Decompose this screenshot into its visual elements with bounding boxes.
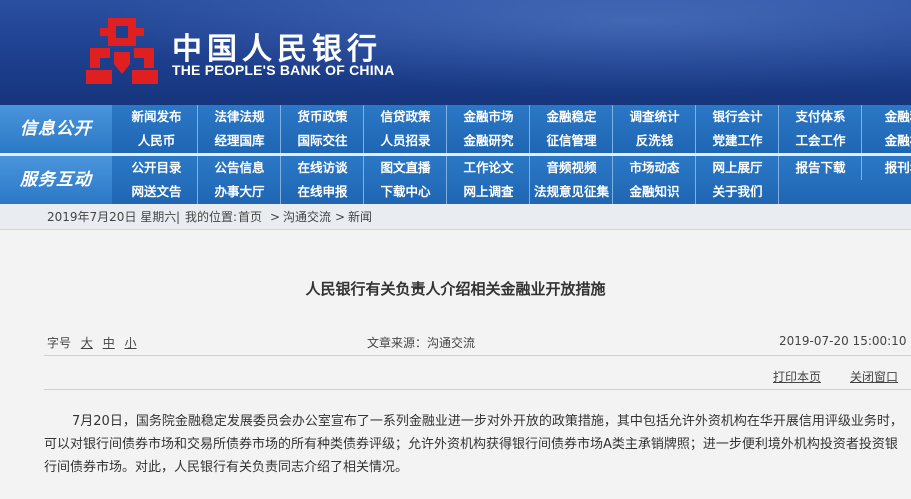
- font-size-small[interactable]: 小: [125, 336, 137, 350]
- nav-item-row4-1[interactable]: 办事大厅: [199, 180, 281, 204]
- font-size-medium[interactable]: 中: [103, 336, 115, 350]
- nav-item-row3-5[interactable]: 音频视频: [531, 156, 613, 180]
- nav-item-row4-4[interactable]: 网上调查: [448, 180, 530, 204]
- nav-item-row3-7[interactable]: 网上展厅: [697, 156, 779, 180]
- nav-info-disclosure: 信息公开 新闻发布 法律法规 货币政策 信贷政策 金融市场 金融稳定 调查统计 银行会计 支付体…: [0, 105, 911, 153]
- breadcrumb-page[interactable]: 新闻: [348, 204, 372, 230]
- breadcrumb-arrow-2: >: [335, 210, 346, 224]
- font-size-label: 字号: [47, 336, 72, 350]
- brand-name-en: THE PEOPLE'S BANK OF CHINA: [172, 62, 395, 78]
- nav-item-row3-9[interactable]: 报刊年: [863, 156, 911, 180]
- close-window-link[interactable]: 关闭窗口: [850, 368, 898, 385]
- nav-item-row3-6[interactable]: 市场动态: [614, 156, 696, 180]
- nav-item-row2-0[interactable]: 人民币: [116, 129, 198, 153]
- site-header: 中国人民银行 THE PEOPLE'S BANK OF CHINA: [0, 0, 911, 105]
- nav-item-row4-6[interactable]: 金融知识: [614, 180, 696, 204]
- article-source: 文章来源：沟通交流: [367, 336, 476, 350]
- font-size-controls: 字号 大 中 小: [47, 334, 137, 351]
- breadcrumb-location-label: 我的位置:: [185, 210, 238, 224]
- actions-divider: [44, 389, 911, 390]
- nav-item-row1-0[interactable]: 新闻发布: [116, 105, 198, 129]
- current-date: 2019年7月20日 星期六: [47, 210, 177, 224]
- nav-item-row2-5[interactable]: 征信管理: [531, 129, 613, 153]
- nav-item-row3-3[interactable]: 图文直播: [365, 156, 447, 180]
- nav-item-row4-7[interactable]: 关于我们: [697, 180, 779, 204]
- breadcrumb-bar: 2019年7月20日 星期六 | 我的位置: 首页 > 沟通交流 > 新闻: [0, 204, 911, 230]
- breadcrumb-separator: |: [176, 210, 181, 224]
- nav-item-row3-4[interactable]: 工作论文: [448, 156, 530, 180]
- nav-item-row2-6[interactable]: 反洗钱: [614, 129, 696, 153]
- nav-service-interaction: 服务互动 公开目录 公告信息 在线访谈 图文直播 工作论文 音频视频 市场动态 网上展厅 报告下…: [0, 156, 911, 204]
- nav-item-row2-8[interactable]: 工会工作: [780, 129, 862, 153]
- nav-item-row4-0[interactable]: 网送文告: [116, 180, 198, 204]
- pboc-logo-icon[interactable]: [86, 18, 158, 84]
- article-panel: 人民银行有关负责人介绍相关金融业开放措施 字号 大 中 小 文章来源：沟通交流 …: [0, 230, 911, 499]
- nav-item-row4-2[interactable]: 在线申报: [282, 180, 364, 204]
- breadcrumb-home[interactable]: 首页: [238, 204, 262, 230]
- nav-item-row4-3[interactable]: 下载中心: [365, 180, 447, 204]
- nav-item-row1-8[interactable]: 支付体系: [780, 105, 862, 129]
- nav-item-row2-9[interactable]: 金融标: [863, 129, 911, 153]
- meta-divider: [44, 355, 911, 356]
- breadcrumb-section[interactable]: 沟通交流: [283, 204, 331, 230]
- nav-item-row1-2[interactable]: 货币政策: [282, 105, 364, 129]
- nav-item-row1-1[interactable]: 法律法规: [199, 105, 281, 129]
- nav-item-row2-7[interactable]: 党建工作: [697, 129, 779, 153]
- nav-item-row1-7[interactable]: 银行会计: [697, 105, 779, 129]
- breadcrumb-home-link[interactable]: 首页: [238, 210, 262, 224]
- article-body: 7月20日，国务院金融稳定发展委员会办公室宣布了一系列金融业进一步对外开放的政策…: [44, 414, 903, 475]
- nav-item-row1-9[interactable]: 金融科: [863, 105, 911, 129]
- breadcrumb-page-link[interactable]: 新闻: [348, 210, 372, 224]
- nav-item-row3-8[interactable]: 报告下载: [780, 156, 862, 180]
- nav-section-label-service: 服务互动: [0, 156, 112, 204]
- nav-section-label-info: 信息公开: [0, 105, 112, 153]
- nav-item-row1-4[interactable]: 金融市场: [448, 105, 530, 129]
- breadcrumb-section-link[interactable]: 沟通交流: [283, 210, 331, 224]
- nav-item-row1-5[interactable]: 金融稳定: [531, 105, 613, 129]
- font-size-large[interactable]: 大: [81, 336, 93, 350]
- article-title: 人民银行有关负责人介绍相关金融业开放措施: [305, 280, 606, 298]
- nav-item-row2-3[interactable]: 人员招录: [365, 129, 447, 153]
- nav-item-row4-5[interactable]: 法规意见征集: [531, 180, 613, 204]
- nav-item-row3-2[interactable]: 在线访谈: [282, 156, 364, 180]
- article-datetime: 2019-07-20 15:00:10: [779, 334, 907, 348]
- nav-item-row3-1[interactable]: 公告信息: [199, 156, 281, 180]
- print-page-link[interactable]: 打印本页: [773, 368, 821, 385]
- nav-item-row2-2[interactable]: 国际交往: [282, 129, 364, 153]
- nav-item-row2-4[interactable]: 金融研究: [448, 129, 530, 153]
- nav-item-row3-0[interactable]: 公开目录: [116, 156, 198, 180]
- breadcrumb-arrow: >: [270, 210, 281, 224]
- nav-item-row2-1[interactable]: 经理国库: [199, 129, 281, 153]
- nav-item-row1-6[interactable]: 调查统计: [614, 105, 696, 129]
- nav-item-row1-3[interactable]: 信贷政策: [365, 105, 447, 129]
